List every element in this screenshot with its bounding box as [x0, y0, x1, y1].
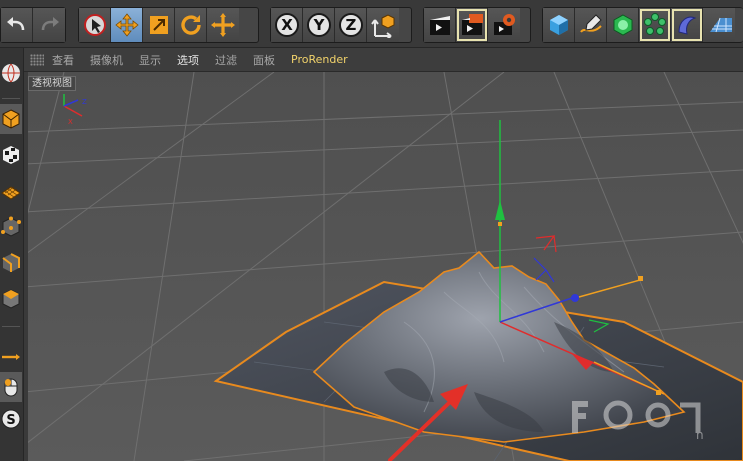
- y-axis-icon: Y: [306, 13, 331, 37]
- redo-button[interactable]: [33, 8, 65, 42]
- texture-mode-icon: [3, 146, 19, 164]
- palette-edges-button[interactable]: [0, 248, 22, 278]
- floor-environment-button[interactable]: [703, 8, 735, 42]
- axis-mode-icon: [2, 354, 20, 360]
- palette-texture-button[interactable]: [0, 140, 22, 170]
- live-selection-icon: [83, 14, 106, 36]
- render-settings-button[interactable]: [488, 8, 520, 42]
- y-axis-label: Y: [312, 16, 325, 34]
- menu-grip-handle[interactable]: [30, 53, 44, 66]
- x-axis-lock-button[interactable]: X: [271, 8, 303, 42]
- model-mode-icon: [2, 109, 20, 129]
- coordinate-system-button[interactable]: [367, 8, 399, 42]
- snap-icon: S: [1, 409, 21, 429]
- menu-cameras[interactable]: 摄像机: [90, 52, 123, 68]
- cloner-icon: [643, 13, 666, 35]
- menu-display[interactable]: 显示: [139, 52, 161, 68]
- render-group: [423, 7, 531, 43]
- menu-panel[interactable]: 面板: [253, 52, 275, 68]
- scale-icon: [149, 16, 168, 34]
- cloner-button[interactable]: [639, 8, 671, 42]
- redo-icon: [41, 17, 59, 31]
- cube-primitive-button[interactable]: [543, 8, 575, 42]
- workplane-mode-icon: [1, 186, 21, 200]
- move-tool-button[interactable]: [111, 8, 143, 42]
- palette-workplane-button[interactable]: [0, 176, 22, 206]
- tools-group: [78, 7, 259, 43]
- main-toolbar: X Y Z: [0, 0, 743, 48]
- move-icon: [114, 13, 139, 37]
- move-recent-button[interactable]: [207, 8, 239, 42]
- deformer-icon: [677, 16, 696, 35]
- create-group: [542, 7, 743, 43]
- x-axis-icon: X: [274, 13, 299, 37]
- menu-options[interactable]: 选项: [177, 52, 199, 68]
- palette-points-button[interactable]: [0, 212, 22, 242]
- polygons-mode-icon: [2, 289, 20, 309]
- view-name-label: 透视视图: [28, 76, 76, 91]
- cube-primitive-icon: [549, 15, 568, 35]
- palette-model-button[interactable]: [0, 104, 22, 134]
- svg-text:X: X: [68, 118, 73, 126]
- floor-environment-icon: [710, 17, 732, 33]
- palette-axis-button[interactable]: [0, 342, 22, 372]
- menu-view[interactable]: 查看: [52, 52, 74, 68]
- live-selection-button[interactable]: [79, 8, 111, 42]
- move-recent-icon: [211, 13, 235, 37]
- svg-text:n: n: [696, 428, 704, 441]
- palette-sphere-button[interactable]: [0, 58, 22, 88]
- render-view-icon: [429, 16, 450, 35]
- y-axis-lock-button[interactable]: Y: [303, 8, 335, 42]
- history-group: [0, 7, 66, 43]
- render-view-button[interactable]: [424, 8, 456, 42]
- world-coordinates-icon: [371, 14, 395, 38]
- render-picture-viewer-icon: [461, 14, 483, 35]
- rotate-icon: [180, 15, 201, 35]
- deformer-button[interactable]: [671, 8, 703, 42]
- x-axis-label: X: [281, 16, 293, 34]
- rotate-tool-button[interactable]: [175, 8, 207, 42]
- render-picture-viewer-button[interactable]: [456, 8, 488, 42]
- cinema4d-window: X Y Z S 查看 摄像机 显示 选项 过滤 面板 ProRender X Z…: [0, 0, 743, 461]
- palette-tweak-button[interactable]: [0, 372, 22, 402]
- edges-mode-icon: [2, 253, 20, 272]
- scale-tool-button[interactable]: [143, 8, 175, 42]
- axis-lock-group: X Y Z: [270, 7, 412, 43]
- z-axis-icon: Z: [338, 13, 363, 37]
- watermark-logo: n: [572, 400, 704, 441]
- render-settings-icon: [494, 14, 515, 35]
- palette-polygons-button[interactable]: [0, 284, 22, 314]
- perspective-viewport[interactable]: 查看 摄像机 显示 选项 过滤 面板 ProRender X Z 透视视图 n: [24, 48, 743, 461]
- undo-icon: [6, 17, 24, 31]
- z-axis-label: Z: [345, 16, 356, 34]
- viewport-menu-bar: 查看 摄像机 显示 选项 过滤 面板 ProRender: [24, 48, 743, 72]
- pen-spline-icon: [579, 14, 602, 33]
- tweak-mode-icon: [4, 378, 18, 397]
- menu-filter[interactable]: 过滤: [215, 52, 237, 68]
- z-axis-lock-button[interactable]: Z: [335, 8, 367, 42]
- points-mode-icon: [1, 216, 21, 237]
- pen-spline-button[interactable]: [575, 8, 607, 42]
- svg-text:S: S: [6, 413, 15, 428]
- palette-snap-button[interactable]: S: [0, 404, 22, 434]
- menu-prorender[interactable]: ProRender: [291, 53, 348, 66]
- subdivision-surface-button[interactable]: [607, 8, 639, 42]
- undo-button[interactable]: [1, 8, 33, 42]
- subdivision-surface-icon: [613, 14, 632, 36]
- svg-text:Z: Z: [82, 98, 87, 106]
- mode-palette: S: [0, 48, 24, 461]
- sphere-object-icon: [2, 63, 20, 83]
